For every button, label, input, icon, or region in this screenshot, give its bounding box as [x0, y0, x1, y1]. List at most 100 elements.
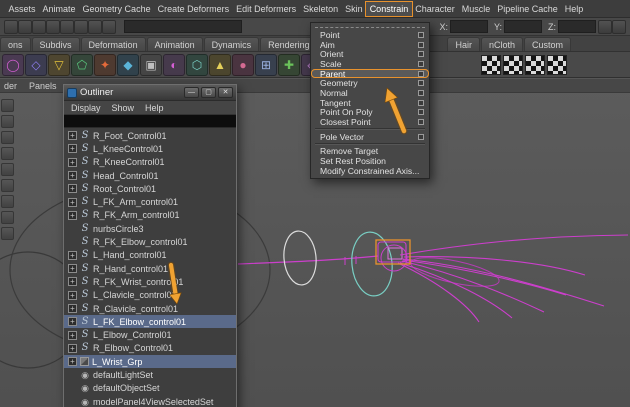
expand-icon[interactable]: + — [68, 184, 77, 193]
option-box-icon[interactable] — [418, 61, 424, 67]
paint-select-tool-icon[interactable] — [1, 131, 14, 144]
shelf-tab-deformation[interactable]: Deformation — [81, 37, 146, 51]
shelf-icon-9[interactable]: ⬡ — [186, 54, 208, 76]
snap-view-icon[interactable] — [102, 20, 116, 34]
expand-icon[interactable]: + — [68, 291, 77, 300]
menu-geometry-cache[interactable]: Geometry Cache — [79, 2, 154, 16]
menu-character[interactable]: Character — [412, 2, 459, 16]
shelf-tab-ncloth[interactable]: nCloth — [481, 37, 523, 51]
lasso-tool-icon[interactable] — [1, 115, 14, 128]
menu-item-tangent[interactable]: Tangent — [311, 98, 429, 108]
move-tool-icon[interactable] — [1, 147, 14, 160]
shelf-icon-1[interactable]: ◯ — [2, 54, 24, 76]
select-component-icon[interactable] — [46, 20, 60, 34]
close-button[interactable]: ✕ — [218, 87, 233, 98]
select-tool-icon[interactable] — [1, 99, 14, 112]
menu-item-normal[interactable]: Normal — [311, 88, 429, 98]
menu-pipeline-cache[interactable]: Pipeline Cache — [494, 2, 562, 16]
outliner-item[interactable]: SnurbsCircle3 — [64, 222, 236, 235]
menu-help[interactable]: Help — [561, 2, 587, 16]
shelf-checker-icon[interactable] — [547, 55, 567, 75]
shelf-tab-hair[interactable]: Hair — [447, 37, 480, 51]
menu-muscle[interactable]: Muscle — [458, 2, 494, 16]
shelf-icon-10[interactable]: ▲ — [209, 54, 231, 76]
outliner-item[interactable]: +SR_KneeControl01 — [64, 156, 236, 169]
shelf-checker-icon[interactable] — [503, 55, 523, 75]
option-box-icon[interactable] — [418, 71, 424, 77]
menu-item-parent[interactable]: Parent — [311, 69, 429, 79]
y-input[interactable] — [504, 20, 542, 33]
menu-item-point[interactable]: Point — [311, 30, 429, 40]
menu-item-orient[interactable]: Orient — [311, 49, 429, 59]
expand-icon[interactable]: + — [68, 317, 77, 326]
menu-assets[interactable]: Assets — [5, 2, 39, 16]
shelf-icon-12[interactable]: ⊞ — [255, 54, 277, 76]
outliner-item[interactable]: +SHead_Control01 — [64, 169, 236, 182]
outliner-filter-input[interactable] — [64, 115, 236, 128]
outliner-window[interactable]: Outliner —▢✕ DisplayShowHelp +SR_Foot_Co… — [63, 84, 237, 407]
expand-icon[interactable]: + — [68, 131, 77, 140]
expand-icon[interactable]: + — [68, 158, 77, 167]
x-input[interactable] — [450, 20, 488, 33]
expand-icon[interactable]: + — [68, 331, 77, 340]
menu-item-point-on-poly[interactable]: Point On Poly — [311, 108, 429, 118]
expand-icon[interactable]: + — [68, 357, 77, 366]
expand-icon[interactable]: + — [68, 304, 77, 313]
option-box-icon[interactable] — [418, 100, 424, 106]
outliner-item[interactable]: +SL_Clavicle_control01 — [64, 289, 236, 302]
outliner-item[interactable]: +SL_FK_Arm_control01 — [64, 195, 236, 208]
render-settings-icon[interactable] — [612, 20, 626, 34]
outliner-menu-show[interactable]: Show — [112, 103, 135, 113]
shelf-icon-5[interactable]: ✦ — [94, 54, 116, 76]
menu-item-closest-point[interactable]: Closest Point — [311, 117, 429, 127]
option-box-icon[interactable] — [418, 42, 424, 48]
menu-item-set-rest-position[interactable]: Set Rest Position — [311, 156, 429, 166]
option-box-icon[interactable] — [418, 32, 424, 38]
menu-create-deformers[interactable]: Create Deformers — [154, 2, 233, 16]
outliner-item[interactable]: SR_FK_Elbow_control01 — [64, 235, 236, 248]
outliner-item[interactable]: +SR_FK_Arm_control01 — [64, 209, 236, 222]
menu-item-aim[interactable]: Aim — [311, 40, 429, 50]
expand-icon[interactable]: + — [68, 171, 77, 180]
outliner-item[interactable]: ◉defaultObjectSet — [64, 382, 236, 395]
minimize-button[interactable]: — — [184, 87, 199, 98]
menu-item-scale[interactable]: Scale — [311, 59, 429, 69]
menu-item-pole-vector[interactable]: Pole Vector — [311, 132, 429, 142]
outliner-menu-help[interactable]: Help — [145, 103, 164, 113]
shelf-tab-animation[interactable]: Animation — [147, 37, 203, 51]
rotate-tool-icon[interactable] — [1, 163, 14, 176]
expand-icon[interactable]: + — [68, 144, 77, 153]
expand-icon[interactable]: + — [68, 198, 77, 207]
scene-icon[interactable] — [4, 20, 18, 34]
shelf-tab-dynamics[interactable]: Dynamics — [204, 37, 260, 51]
snap-curve-icon[interactable] — [74, 20, 88, 34]
option-box-icon[interactable] — [418, 134, 424, 140]
expand-icon[interactable]: + — [68, 211, 77, 220]
outliner-item[interactable]: +L_Wrist_Grp — [64, 355, 236, 368]
menu-skeleton[interactable]: Skeleton — [300, 2, 342, 16]
menu-skin[interactable]: Skin — [342, 2, 367, 16]
option-box-icon[interactable] — [418, 119, 424, 125]
outliner-item[interactable]: +SL_Hand_control01 — [64, 249, 236, 262]
menu-item-remove-target[interactable]: Remove Target — [311, 147, 429, 157]
shelf-icon-2[interactable]: ◇ — [25, 54, 47, 76]
select-hierarchy-icon[interactable] — [18, 20, 32, 34]
outliner-item[interactable]: +SR_Elbow_Control01 — [64, 342, 236, 355]
outliner-item[interactable]: +SR_Foot_Control01 — [64, 129, 236, 142]
outliner-item[interactable]: +SL_Elbow_Control01 — [64, 328, 236, 341]
shelf-icon-8[interactable]: ◐ — [163, 54, 185, 76]
maximize-button[interactable]: ▢ — [201, 87, 216, 98]
menu-edit-deformers[interactable]: Edit Deformers — [233, 2, 300, 16]
shelf-tab-custom[interactable]: Custom — [524, 37, 571, 51]
menu-tearoff-handle[interactable] — [315, 24, 425, 28]
outliner-item[interactable]: +SL_FK_Elbow_control01 — [64, 315, 236, 328]
menu-item-geometry[interactable]: Geometry — [311, 78, 429, 88]
snap-grid-icon[interactable] — [60, 20, 74, 34]
snap-point-icon[interactable] — [88, 20, 102, 34]
last-tool-icon[interactable] — [1, 227, 14, 240]
outliner-item[interactable]: +SRoot_Control01 — [64, 182, 236, 195]
z-input[interactable] — [558, 20, 596, 33]
expand-icon[interactable]: + — [68, 264, 77, 273]
expand-icon[interactable]: + — [68, 344, 77, 353]
expand-icon[interactable]: + — [68, 277, 77, 286]
